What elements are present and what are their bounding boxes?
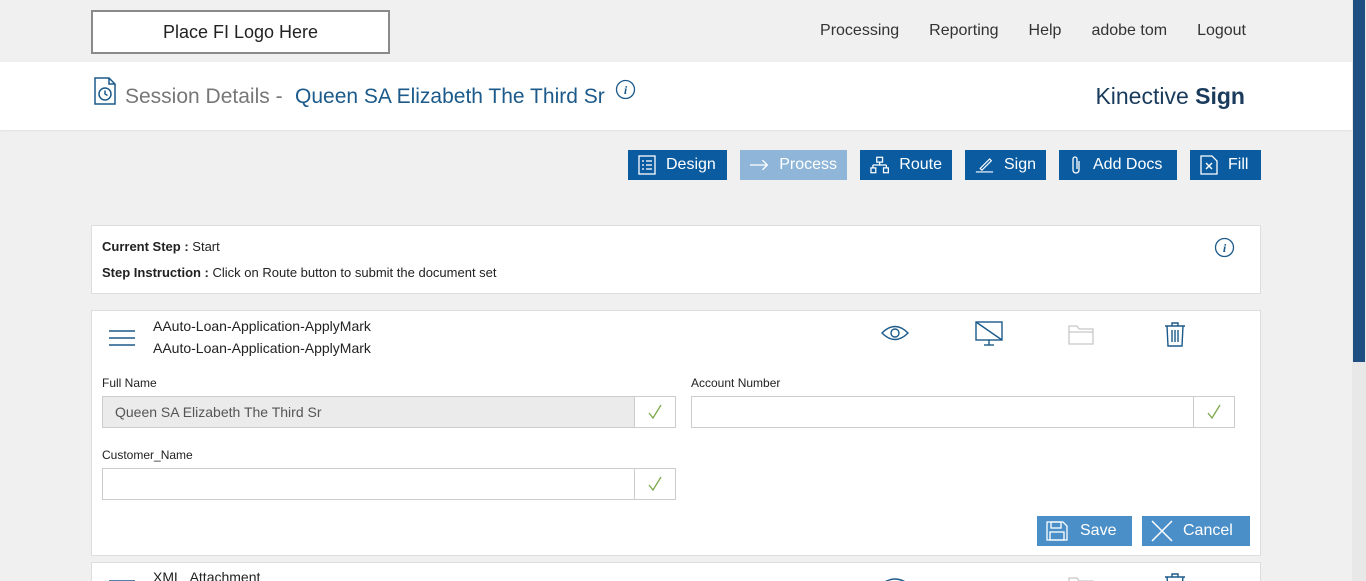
checkmark-icon xyxy=(648,476,662,492)
process-button-label: Process xyxy=(779,156,837,173)
account-number-label: Account Number xyxy=(691,376,781,390)
step-instruction-label: Step Instruction : xyxy=(102,265,209,280)
route-button-label: Route xyxy=(899,156,942,173)
nav-reporting[interactable]: Reporting xyxy=(929,22,998,40)
add-docs-button[interactable]: Add Docs xyxy=(1059,150,1177,180)
svg-text:i: i xyxy=(1223,241,1227,255)
document-subtitle: AAuto-Loan-Application-ApplyMark xyxy=(153,340,371,356)
fill-button-label: Fill xyxy=(1228,156,1249,173)
info-icon[interactable]: i xyxy=(1214,237,1235,258)
eye-icon[interactable] xyxy=(881,577,909,581)
pen-icon xyxy=(975,158,994,173)
session-header: Session Details - Queen SA Elizabeth The… xyxy=(0,62,1352,130)
full-name-field[interactable]: Queen SA Elizabeth The Third Sr xyxy=(102,396,635,428)
menu-icon[interactable] xyxy=(109,329,135,347)
design-list-icon xyxy=(638,155,656,175)
arrow-right-icon xyxy=(750,159,769,171)
fill-button[interactable]: Fill xyxy=(1190,150,1261,180)
info-icon[interactable]: i xyxy=(615,79,636,100)
full-name-check[interactable] xyxy=(634,396,676,428)
trash-icon[interactable] xyxy=(1164,321,1186,347)
design-button-label: Design xyxy=(666,156,716,173)
save-button-label: Save xyxy=(1080,522,1117,539)
nav-help[interactable]: Help xyxy=(1029,22,1062,40)
fill-document-icon xyxy=(1200,155,1218,175)
top-bar: Place FI Logo Here Processing Reporting … xyxy=(0,0,1352,62)
add-docs-button-label: Add Docs xyxy=(1093,156,1163,173)
route-button[interactable]: Route xyxy=(860,150,952,180)
nav-processing[interactable]: Processing xyxy=(820,22,899,40)
fi-logo-placeholder: Place FI Logo Here xyxy=(91,10,390,54)
monitor-off-icon[interactable] xyxy=(975,321,1003,347)
design-button[interactable]: Design xyxy=(628,150,727,180)
nav-user[interactable]: adobe tom xyxy=(1091,22,1167,40)
nav-logout[interactable]: Logout xyxy=(1197,22,1246,40)
paperclip-icon xyxy=(1072,156,1080,174)
sign-button-label: Sign xyxy=(1003,156,1036,173)
session-name: Queen SA Elizabeth The Third Sr xyxy=(295,85,605,108)
brand-bold: Sign xyxy=(1195,83,1245,109)
route-hierarchy-icon xyxy=(870,156,889,174)
checkmark-icon xyxy=(1207,404,1221,420)
checkmark-icon xyxy=(648,404,662,420)
save-button[interactable]: Save xyxy=(1037,516,1132,546)
session-history-icon xyxy=(94,77,116,105)
document-2-title: XML_Attachment xyxy=(153,569,261,581)
account-number-check[interactable] xyxy=(1193,396,1235,428)
floppy-disk-icon xyxy=(1046,521,1068,541)
current-step-line: Current Step : Start xyxy=(102,239,220,254)
current-step-value: Start xyxy=(192,239,220,254)
top-nav: Processing Reporting Help adobe tom Logo… xyxy=(790,22,1246,40)
full-name-label: Full Name xyxy=(102,376,157,390)
step-instruction-line: Step Instruction : Click on Route button… xyxy=(102,265,497,280)
trash-icon[interactable] xyxy=(1164,572,1186,581)
svg-text:i: i xyxy=(624,83,628,97)
folder-icon xyxy=(1068,577,1094,581)
document-panel-2: XML_Attachment xyxy=(91,562,1261,581)
close-icon xyxy=(1151,520,1173,542)
folder-icon xyxy=(1068,325,1094,345)
cancel-button[interactable]: Cancel xyxy=(1142,516,1250,546)
customer-name-label: Customer_Name xyxy=(102,448,193,462)
sign-button[interactable]: Sign xyxy=(965,150,1046,180)
step-panel: Current Step : Start Step Instruction : … xyxy=(91,225,1261,294)
cancel-button-label: Cancel xyxy=(1183,522,1233,539)
customer-name-field[interactable] xyxy=(102,468,635,500)
session-details-label: Session Details - xyxy=(125,85,283,108)
process-button[interactable]: Process xyxy=(740,150,847,180)
brand-regular: Kinective xyxy=(1095,83,1189,109)
scrollbar-thumb[interactable] xyxy=(1353,0,1365,362)
step-instruction-value: Click on Route button to submit the docu… xyxy=(212,265,497,280)
document-panel: AAuto-Loan-Application-ApplyMark AAuto-L… xyxy=(91,310,1261,556)
logo-text: Place FI Logo Here xyxy=(162,21,319,42)
current-step-label: Current Step : xyxy=(102,239,189,254)
account-number-field[interactable] xyxy=(691,396,1194,428)
document-title: AAuto-Loan-Application-ApplyMark xyxy=(153,318,371,334)
customer-name-check[interactable] xyxy=(634,468,676,500)
brand-logo: Kinective Sign xyxy=(1095,83,1245,110)
eye-icon[interactable] xyxy=(881,324,909,342)
